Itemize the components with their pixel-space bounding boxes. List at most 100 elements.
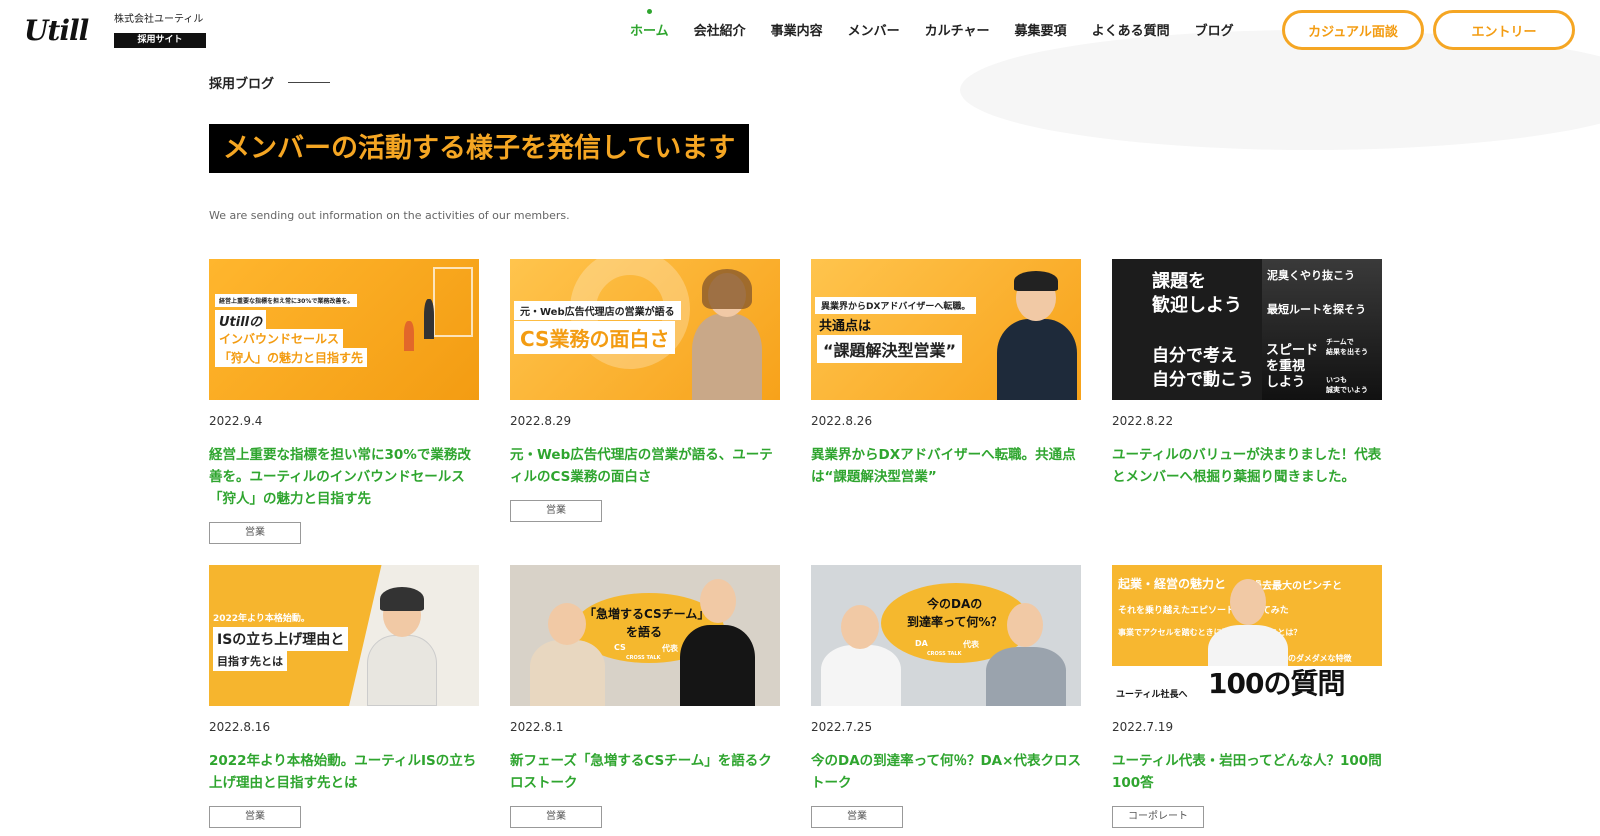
thumb-text: 元・Web広告代理店の営業が語る: [514, 301, 681, 320]
nav-label: カルチャー: [924, 24, 990, 39]
thumb-text: 起業・経営の魅力と: [1118, 577, 1227, 591]
thumbnail-image[interactable]: 今のDAの 到達率って何%？ DA 代表 CROSS TALK: [811, 565, 1081, 706]
thumb-text: Utillの: [215, 310, 267, 331]
value-text: 歓迎しよう: [1152, 295, 1242, 316]
post-date: 2022.8.26: [811, 414, 873, 428]
thumb-text: 経営上重要な指標を担え常に30%で業務改善を。: [215, 294, 358, 307]
company-block: 株式会社ユーティル 採用サイト: [114, 13, 206, 48]
category-tag[interactable]: 営業: [209, 522, 301, 544]
hair: [1014, 271, 1058, 291]
nav-members[interactable]: メンバー: [848, 20, 900, 39]
section-label: 採用ブログ: [209, 73, 331, 92]
nav-culture[interactable]: カルチャー: [925, 20, 990, 39]
thumbnail-image[interactable]: 「急増するCSチーム」 を語る CS 代表 CROSS TALK: [510, 565, 780, 706]
thumb-text: CS: [614, 643, 626, 652]
value-text: 最短ルートを探そう: [1267, 303, 1366, 316]
value-text: 泥臭くやり抜こう: [1267, 269, 1355, 282]
post-title[interactable]: 今のDAの到達率って何％？DA×代表クロストーク: [811, 750, 1081, 794]
thumbnail-image[interactable]: 経営上重要な指標を担え常に30%で業務改善を。 Utillの インバウンドセール…: [209, 259, 479, 400]
post-date: 2022.8.16: [209, 720, 271, 734]
nav-business[interactable]: 事業内容: [771, 20, 823, 39]
thumb-text: 代表: [662, 644, 678, 653]
person-illustration: [424, 299, 434, 339]
nav-faq[interactable]: よくある質問: [1092, 20, 1170, 39]
post-title[interactable]: 元・Web広告代理店の営業が語る、ユーティルのCS業務の面白さ: [510, 444, 780, 488]
thumbnail-image[interactable]: 起業・経営の魅力と 過去最大のピンチと それを乗り越えたエピソードを聞いてみた …: [1112, 565, 1382, 706]
post-title[interactable]: ユーティルのバリューが決まりました！代表とメンバーへ根掘り葉掘り聞きました。: [1112, 444, 1382, 488]
thumb-text: 「狩人」の魅力と目指す先: [215, 348, 368, 367]
post-date: 2022.7.19: [1112, 720, 1174, 734]
hair: [380, 587, 424, 611]
nav-label: 会社紹介: [693, 24, 746, 39]
site-header: Utill 株式会社ユーティル 採用サイト ホーム 会社紹介 事業内容 メンバー…: [0, 0, 1600, 62]
thumb-text: CS業務の面白さ: [514, 321, 676, 354]
thumb-text: DA: [915, 639, 928, 648]
thumb-text: インバウンドセールス: [215, 329, 344, 348]
casual-interview-button[interactable]: カジュアル面談: [1282, 10, 1424, 50]
nav-label: メンバー: [847, 24, 900, 39]
thumbnail-image[interactable]: 異業界からDXアドバイザーへ転職。 共通点は “課題解決型営業”: [811, 259, 1081, 400]
thumbnail-image[interactable]: 元・Web広告代理店の営業が語る CS業務の面白さ: [510, 259, 780, 400]
post-date: 2022.7.25: [811, 720, 873, 734]
person-illustration: [404, 321, 414, 351]
thumb-text: 代表: [963, 640, 979, 649]
blog-card[interactable]: 経営上重要な指標を担え常に30%で業務改善を。 Utillの インバウンドセール…: [209, 259, 479, 544]
blog-card[interactable]: 今のDAの 到達率って何%？ DA 代表 CROSS TALK 2022.7.2…: [811, 565, 1081, 828]
post-title[interactable]: 異業界からDXアドバイザーへ転職。共通点は“課題解決型営業”: [811, 444, 1081, 488]
person-head: [1007, 603, 1043, 647]
value-text: いつも: [1326, 376, 1347, 384]
post-title[interactable]: 新フェーズ「急増するCSチーム」を語るクロストーク: [510, 750, 780, 794]
post-title[interactable]: 経営上重要な指標を担い常に30%で業務改善を。ユーティルのインバウンドセールス「…: [209, 444, 479, 510]
section-label-text: 採用ブログ: [209, 77, 275, 92]
thumb-text: 目指す先とは: [213, 651, 287, 671]
person-head: [700, 579, 736, 623]
person-illustration: [692, 314, 762, 400]
post-date: 2022.8.22: [1112, 414, 1174, 428]
category-tag[interactable]: 営業: [510, 806, 602, 828]
nav-jobs[interactable]: 募集要項: [1015, 20, 1067, 39]
company-name: 株式会社ユーティル: [114, 14, 204, 25]
active-dot-icon: [647, 9, 653, 14]
person-illustration: [821, 645, 901, 706]
thumb-text: 到達率って何%？: [907, 615, 1003, 629]
category-tag[interactable]: 営業: [811, 806, 903, 828]
category-tag[interactable]: 営業: [510, 500, 602, 522]
thumbnail-image[interactable]: 課題を 歓迎しよう 泥臭くやり抜こう 最短ルートを探そう 自分で考え 自分で動こ…: [1112, 259, 1382, 400]
utill-logo[interactable]: Utill: [24, 14, 89, 47]
blog-card[interactable]: 課題を 歓迎しよう 泥臭くやり抜こう 最短ルートを探そう 自分で考え 自分で動こ…: [1112, 259, 1382, 488]
person-head: [841, 605, 879, 649]
nav-label: 事業内容: [770, 24, 823, 39]
thumb-text: 異業界からDXアドバイザーへ転職。: [815, 297, 977, 314]
window-illustration: [433, 267, 473, 337]
nav-label: 募集要項: [1014, 24, 1067, 39]
category-tag[interactable]: 営業: [209, 806, 301, 828]
value-text: 課題を: [1152, 271, 1206, 292]
nav-home[interactable]: ホーム: [630, 9, 669, 39]
post-title[interactable]: ユーティル代表・岩田ってどんな人？100問100答: [1112, 750, 1382, 794]
hair: [702, 269, 752, 309]
blog-card[interactable]: 「急増するCSチーム」 を語る CS 代表 CROSS TALK 2022.8.…: [510, 565, 780, 828]
person-illustration: [367, 635, 437, 706]
thumb-text: ISの立ち上げ理由と: [213, 627, 349, 651]
blog-card[interactable]: 異業界からDXアドバイザーへ転職。 共通点は “課題解決型営業” 2022.8.…: [811, 259, 1081, 488]
entry-button[interactable]: エントリー: [1433, 10, 1575, 50]
thumbnail-image[interactable]: 2022年より本格始動。 ISの立ち上げ理由と 目指す先とは: [209, 565, 479, 706]
thumb-text: 「急増するCSチーム」: [584, 607, 710, 621]
post-date: 2022.9.4: [209, 414, 263, 428]
thumb-text: 過去最大のピンチと: [1252, 581, 1342, 592]
nav-company[interactable]: 会社紹介: [694, 20, 746, 39]
blog-card[interactable]: 元・Web広告代理店の営業が語る CS業務の面白さ 2022.8.29 元・We…: [510, 259, 780, 522]
blog-card[interactable]: 起業・経営の魅力と 過去最大のピンチと それを乗り越えたエピソードを聞いてみた …: [1112, 565, 1382, 828]
divider: [288, 82, 331, 83]
thumb-text: 2022年より本格始動。: [213, 614, 310, 624]
person-head: [548, 603, 586, 645]
blog-card[interactable]: 2022年より本格始動。 ISの立ち上げ理由と 目指す先とは 2022.8.16…: [209, 565, 479, 828]
post-date: 2022.8.29: [510, 414, 572, 428]
nav-label: よくある質問: [1091, 24, 1170, 39]
nav-blog[interactable]: ブログ: [1195, 20, 1234, 39]
nav-label: ホーム: [630, 24, 669, 39]
category-tag[interactable]: コーポレート: [1112, 806, 1204, 828]
nav-label: ブログ: [1194, 24, 1234, 39]
person-illustration: [530, 640, 605, 706]
post-title[interactable]: 2022年より本格始動。ユーティルISの立ち上げ理由と目指す先とは: [209, 750, 479, 794]
